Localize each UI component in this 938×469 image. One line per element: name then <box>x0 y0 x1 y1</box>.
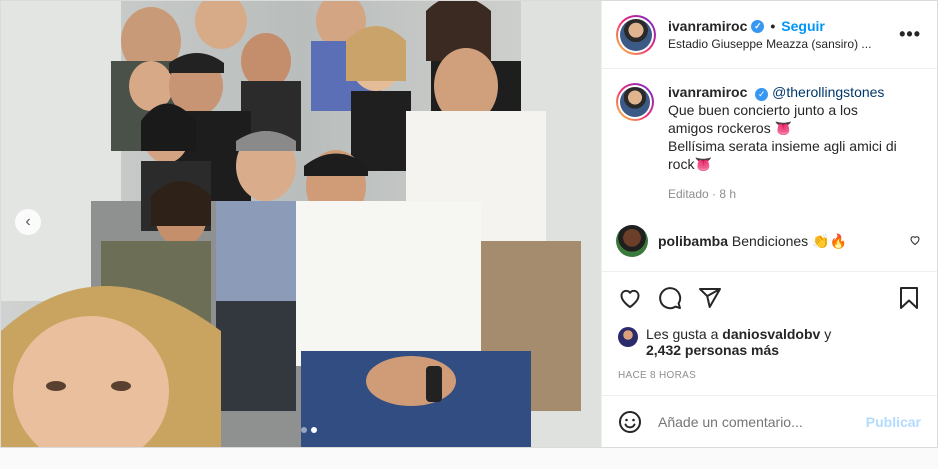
bookmark-icon[interactable] <box>897 286 921 310</box>
caption-line: Bellísima serata insieme agli amici di <box>668 138 897 154</box>
caption-avatar[interactable] <box>616 83 654 121</box>
separator: • <box>770 18 776 34</box>
carousel-indicator <box>301 427 317 433</box>
caption-mention[interactable]: @therollingstones <box>772 84 884 100</box>
follow-button[interactable]: Seguir <box>781 18 825 34</box>
chevron-left-icon: ‹ <box>25 213 31 230</box>
author-username[interactable]: ivanramiroc <box>668 18 747 34</box>
edited-label: Editado <box>668 187 709 201</box>
likes-count[interactable]: 2,432 personas más <box>646 342 779 358</box>
liker-avatar[interactable] <box>618 327 638 347</box>
verified-badge-icon: ✓ <box>751 19 765 33</box>
caption-meta: Editado · 8 h <box>668 185 897 203</box>
carousel-dot-active <box>311 427 317 433</box>
comment-item: polibamba Bendiciones 👏🔥 <box>616 225 921 257</box>
likes-connector: y <box>824 326 832 342</box>
caption-line: Que buen concierto junto a los <box>668 102 858 118</box>
publish-button[interactable]: Publicar <box>866 414 921 430</box>
post-photo <box>1 1 601 447</box>
caption-line: amigos rockeros 👅 <box>668 120 793 136</box>
post-caption: ivanramiroc ✓ @therollingstones Que buen… <box>616 83 921 203</box>
post-dialog: ‹ ivanramiroc ✓ • Seguir Estadio Giusepp… <box>0 0 938 448</box>
post-actions: Les gusta a daniosvaldobv y 2,432 person… <box>602 271 937 395</box>
post-media[interactable]: ‹ <box>1 1 601 447</box>
comment-like-heart-icon[interactable] <box>909 234 921 249</box>
commenter-username[interactable]: polibamba <box>658 233 728 249</box>
add-comment-bar: Publicar <box>602 395 937 447</box>
carousel-dot <box>301 427 307 433</box>
post-header: ivanramiroc ✓ • Seguir Estadio Giuseppe … <box>602 1 937 69</box>
verified-badge-icon: ✓ <box>755 87 769 101</box>
comment-text: Bendiciones 👏🔥 <box>731 232 847 249</box>
likes-summary: Les gusta a daniosvaldobv y 2,432 person… <box>618 326 921 358</box>
liker-username[interactable]: daniosvaldobv <box>722 326 820 342</box>
heart-icon[interactable] <box>618 286 642 310</box>
post-timestamp[interactable]: HACE 8 HORAS <box>618 370 921 395</box>
author-avatar[interactable] <box>616 14 656 55</box>
post-location[interactable]: Estadio Giuseppe Meazza (sansiro) ... <box>668 37 891 51</box>
carousel-prev-button[interactable]: ‹ <box>15 209 41 235</box>
meta-dot: · <box>712 187 717 201</box>
emoji-icon[interactable] <box>618 410 642 434</box>
post-side-panel: ivanramiroc ✓ • Seguir Estadio Giuseppe … <box>601 1 937 447</box>
comments-section: ivanramiroc ✓ @therollingstones Que buen… <box>602 69 937 271</box>
caption-age[interactable]: 8 h <box>719 187 736 201</box>
more-horizontal-icon[interactable]: ••• <box>899 24 921 45</box>
caption-line: rock👅 <box>668 156 712 172</box>
share-icon[interactable] <box>698 286 722 310</box>
comment-icon[interactable] <box>658 286 682 310</box>
commenter-avatar[interactable] <box>616 225 648 257</box>
likes-prefix: Les gusta a <box>646 326 719 342</box>
comment-input[interactable] <box>658 413 866 430</box>
caption-username[interactable]: ivanramiroc <box>668 84 747 100</box>
